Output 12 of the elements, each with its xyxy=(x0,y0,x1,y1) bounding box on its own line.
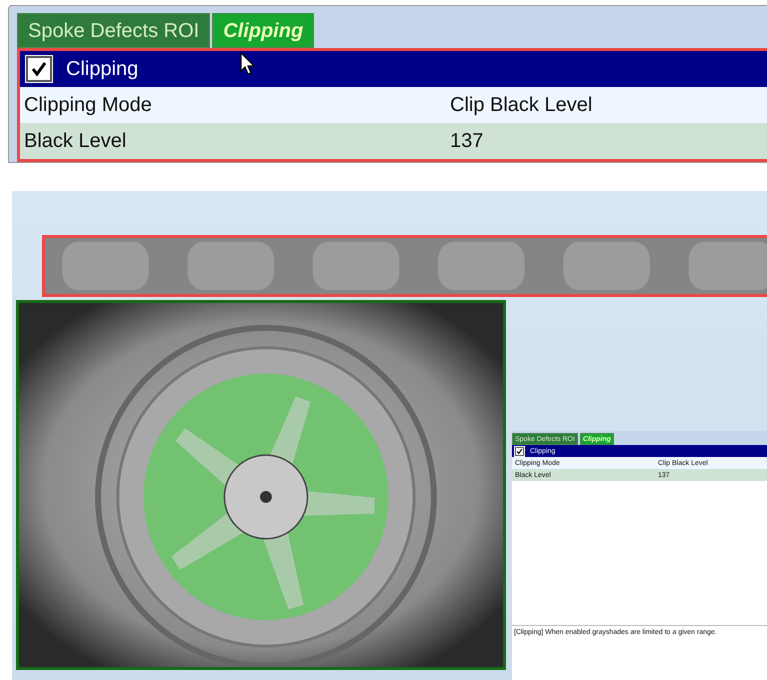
property-name: Clipping Mode xyxy=(23,94,153,116)
property-value: 137 xyxy=(450,130,484,152)
checkbox[interactable] xyxy=(515,446,524,456)
property-name: Black Level xyxy=(23,130,128,152)
group-label: Clipping xyxy=(66,58,138,80)
tab[interactable]: Spoke Defects ROI xyxy=(17,13,210,48)
check-icon xyxy=(516,448,523,454)
property-value: Clip Black Level xyxy=(450,94,592,116)
tab[interactable]: Clipping xyxy=(212,13,314,48)
cursor-icon xyxy=(240,52,256,76)
checkbox[interactable] xyxy=(26,56,52,82)
check-icon xyxy=(30,60,48,78)
